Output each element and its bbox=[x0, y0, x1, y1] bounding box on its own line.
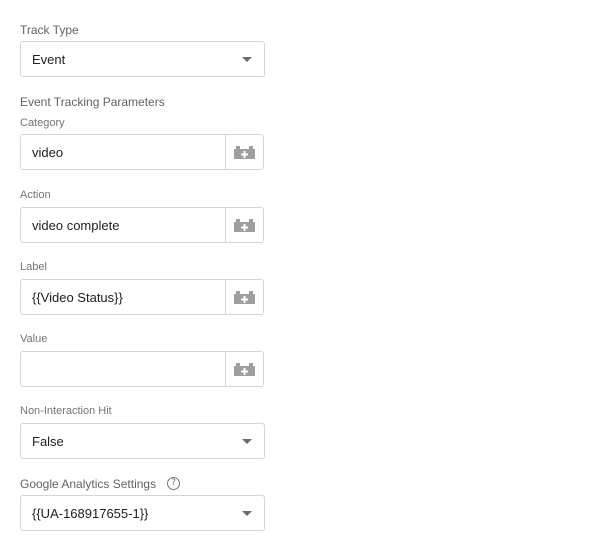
label-label: Label bbox=[20, 261, 47, 273]
value-field[interactable] bbox=[20, 351, 264, 387]
chevron-down-icon bbox=[242, 57, 252, 62]
track-type-select[interactable]: Event bbox=[20, 41, 265, 77]
ga-settings-value: {{UA-168917655-1}} bbox=[32, 506, 149, 521]
track-type-value: Event bbox=[32, 52, 66, 67]
action-field[interactable]: video complete bbox=[20, 207, 264, 243]
action-variable-button[interactable] bbox=[225, 208, 263, 242]
help-icon[interactable]: ? bbox=[167, 477, 180, 490]
non-interaction-value: False bbox=[32, 434, 64, 449]
event-tracking-heading: Event Tracking Parameters bbox=[20, 95, 165, 109]
value-label: Value bbox=[20, 333, 48, 345]
category-variable-button[interactable] bbox=[225, 135, 263, 169]
label-input[interactable]: {{Video Status}} bbox=[32, 290, 123, 305]
action-input[interactable]: video complete bbox=[32, 218, 119, 233]
chevron-down-icon bbox=[242, 439, 252, 444]
variable-picker-icon bbox=[234, 146, 255, 159]
category-field[interactable]: video bbox=[20, 134, 264, 170]
action-label: Action bbox=[20, 189, 51, 201]
label-field[interactable]: {{Video Status}} bbox=[20, 279, 264, 315]
category-input[interactable]: video bbox=[32, 145, 63, 160]
variable-picker-icon bbox=[234, 363, 255, 376]
category-label: Category bbox=[20, 117, 65, 129]
value-variable-button[interactable] bbox=[225, 352, 263, 386]
non-interaction-label: Non-Interaction Hit bbox=[20, 405, 112, 417]
label-variable-button[interactable] bbox=[225, 280, 263, 314]
ga-settings-label: Google Analytics Settings bbox=[20, 477, 157, 491]
variable-picker-icon bbox=[234, 219, 255, 232]
non-interaction-select[interactable]: False bbox=[20, 423, 265, 459]
chevron-down-icon bbox=[242, 511, 252, 516]
ga-settings-select[interactable]: {{UA-168917655-1}} bbox=[20, 495, 265, 531]
variable-picker-icon bbox=[234, 291, 255, 304]
track-type-label: Track Type bbox=[20, 23, 79, 37]
